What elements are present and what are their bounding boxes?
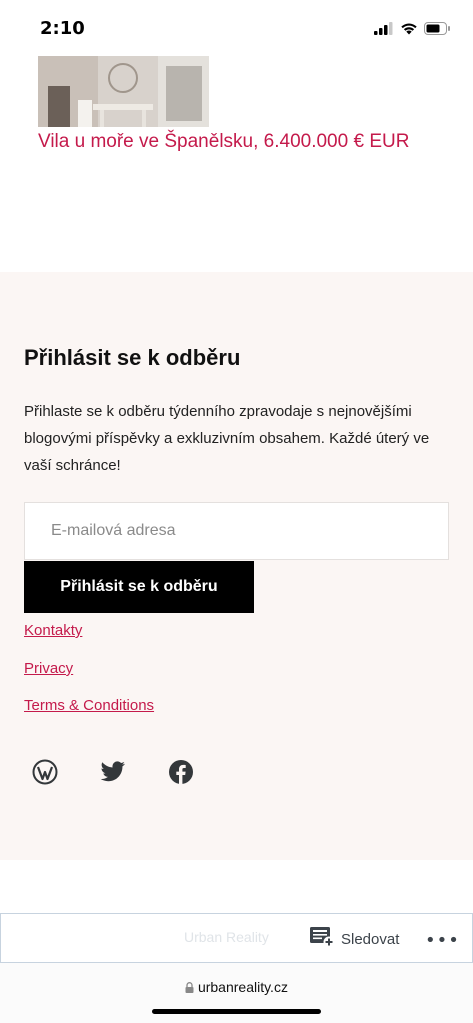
subscribe-button[interactable]: Přihlásit se k odběru [24,561,254,613]
follow-button[interactable]: Sledovat [309,926,399,952]
url-display[interactable]: urbanreality.cz [0,979,473,995]
link-kontakty[interactable]: Kontakty [24,622,82,639]
more-options-button[interactable]: ••• [425,930,460,951]
follow-bar: Urban Reality Sledovat ••• [0,913,473,963]
signal-icon [374,20,394,39]
status-icons [374,20,451,39]
wifi-icon [400,20,418,39]
email-input[interactable] [24,502,449,560]
status-time: 2:10 [40,18,85,39]
home-indicator[interactable] [152,1009,321,1014]
reader-follow-icon [309,926,335,952]
status-bar: 2:10 [0,0,473,56]
twitter-icon[interactable] [99,758,127,786]
lock-icon [185,979,198,995]
site-name-faded: Urban Reality [184,929,269,945]
link-privacy[interactable]: Privacy [24,660,73,677]
url-text: urbanreality.cz [197,979,288,995]
follow-label: Sledovat [341,930,400,948]
facebook-icon[interactable] [167,758,195,786]
link-terms-conditions[interactable]: Terms & Conditions [24,697,154,714]
post-title-link[interactable]: Vila u moře ve Španělsku, 6.400.000 € EU… [38,128,418,155]
browser-url-bar[interactable]: urbanreality.cz [0,963,473,1023]
wordpress-icon[interactable] [31,758,59,786]
subscribe-description: Přihlaste se k odběru týdenního zpravoda… [24,403,430,474]
battery-icon [424,20,451,39]
subscribe-heading: Přihlásit se k odběru [24,345,241,370]
post-thumbnail-image[interactable] [38,56,209,127]
